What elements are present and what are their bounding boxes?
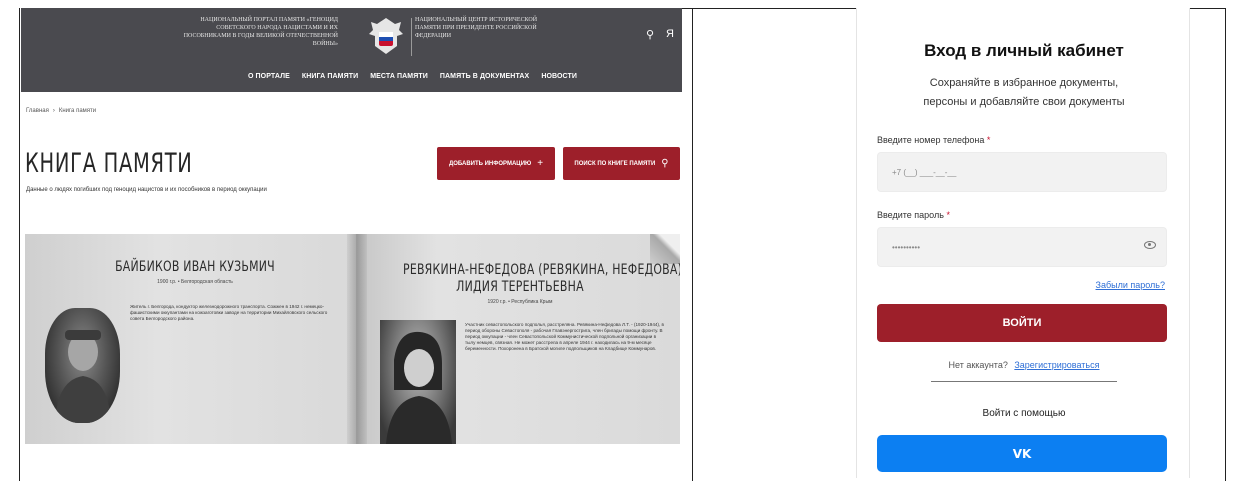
book-fold — [347, 234, 367, 444]
site-header: Национальный портал памяти «Геноцид сове… — [21, 8, 682, 92]
phone-field[interactable]: +7 (__) ___-__-__ — [877, 152, 1167, 192]
portrait-icon — [55, 330, 111, 423]
nav-news[interactable]: НОВОСТИ — [541, 73, 577, 80]
memory-book-page: Национальный портал памяти «Геноцид сове… — [21, 8, 682, 468]
page-subtitle: Данные о людях погибших под геноцид наци… — [26, 187, 267, 193]
password-label: Введите пароль * — [877, 210, 950, 220]
add-info-label: ДОБАВИТЬ ИНФОРМАЦИЮ — [448, 160, 532, 167]
password-value: •••••••••• — [892, 242, 921, 252]
login-subtitle: Сохраняйте в избранное документы, персон… — [857, 74, 1191, 112]
phone-placeholder: +7 (__) ___-__-__ — [892, 167, 957, 177]
center-caption[interactable]: Национальный центр исторической памяти п… — [415, 16, 545, 40]
login-subtitle-line2: персоны и добавляйте свои документы — [923, 96, 1125, 108]
person-name-line2[interactable]: ЛИДИЯ ТЕРЕНТЬЕВНА — [403, 279, 637, 295]
frame-middle-line — [692, 8, 693, 481]
person-bio: Участник севастопольского подполья, расс… — [465, 322, 664, 351]
emblem-icon[interactable] — [365, 14, 407, 58]
frame-left-line — [19, 8, 20, 481]
breadcrumb-home[interactable]: Главная — [26, 108, 49, 114]
breadcrumb-current: Книга памяти — [58, 108, 97, 114]
user-icon[interactable]: Я — [666, 28, 674, 41]
person-bio: Житель г. Белгорода, кондуктор железнодо… — [130, 304, 328, 321]
nav-memory-book[interactable]: КНИГА ПАМЯТИ — [302, 73, 358, 80]
login-subtitle-line1: Сохраняйте в избранное документы, — [929, 77, 1119, 89]
phone-label-text: Введите номер телефона — [877, 135, 985, 145]
required-mark: * — [946, 210, 950, 220]
vk-login-button[interactable]: VK — [877, 435, 1167, 472]
required-mark: * — [986, 135, 991, 145]
portal-caption[interactable]: Национальный портал памяти «Геноцид сове… — [168, 16, 338, 48]
no-account-text: Нет аккаунта? — [948, 360, 1008, 370]
main-nav: О ПОРТАЛЕ КНИГА ПАМЯТИ МЕСТА ПАМЯТИ ПАМЯ… — [21, 73, 682, 80]
portrait-icon — [386, 331, 452, 444]
login-panel: Вход в личный кабинет Сохраняйте в избра… — [856, 8, 1190, 478]
eye-icon[interactable] — [1144, 241, 1156, 249]
plus-icon: + — [537, 158, 544, 169]
nav-memory-places[interactable]: МЕСТА ПАМЯТИ — [370, 73, 428, 80]
password-label-text: Введите пароль — [877, 210, 944, 220]
login-title: Вход в личный кабинет — [924, 41, 1124, 60]
person-name[interactable]: РЕВЯКИНА-НЕФЕДОВА (РЕВЯКИНА, НЕФЕДОВА) — [403, 262, 680, 278]
frame-top-line-right — [1190, 8, 1226, 9]
memory-book-spread: БАЙБИКОВ ИВАН КУЗЬМИЧ 1900 г.р. • Белгор… — [25, 234, 680, 444]
forgot-password-link[interactable]: Забыли пароль? — [1096, 280, 1165, 290]
search-memory-book-label: ПОИСК ПО КНИГЕ ПАМЯТИ — [574, 160, 656, 167]
login-button[interactable]: ВОЙТИ — [877, 304, 1167, 342]
person-meta: 1900 г.р. • Белгородская область — [157, 279, 233, 285]
search-icon: ⚲ — [661, 158, 669, 169]
no-account-row: Нет аккаунта? Зарегистрироваться — [857, 360, 1191, 370]
person-photo[interactable] — [380, 320, 456, 444]
nav-about[interactable]: О ПОРТАЛЕ — [248, 73, 290, 80]
divider — [931, 381, 1117, 382]
person-meta: 1920 г.р. • Республика Крым — [487, 299, 553, 305]
person-name[interactable]: БАЙБИКОВ ИВАН КУЗЬМИЧ — [78, 259, 312, 275]
login-with-label: Войти с помощью — [982, 408, 1066, 419]
register-link[interactable]: Зарегистрироваться — [1014, 360, 1099, 370]
header-separator — [411, 18, 412, 56]
person-photo[interactable] — [45, 308, 120, 423]
page-curl — [650, 234, 680, 264]
search-icon[interactable]: ⚲ — [646, 28, 654, 41]
frame-right-line — [1225, 8, 1226, 481]
page-title: КНИГА ПАМЯТИ — [25, 148, 193, 179]
nav-memory-documents[interactable]: ПАМЯТЬ В ДОКУМЕНТАХ — [440, 73, 529, 80]
password-field[interactable]: •••••••••• — [877, 227, 1167, 267]
chevron-right-icon: › — [52, 108, 55, 114]
search-memory-book-button[interactable]: ПОИСК ПО КНИГЕ ПАМЯТИ ⚲ — [563, 147, 680, 180]
header-icons: ⚲ Я — [646, 28, 674, 41]
vk-icon: VK — [1012, 446, 1032, 461]
phone-label: Введите номер телефона * — [877, 135, 990, 145]
breadcrumb: Главная › Книга памяти — [26, 108, 96, 114]
add-info-button[interactable]: ДОБАВИТЬ ИНФОРМАЦИЮ + — [437, 147, 555, 180]
